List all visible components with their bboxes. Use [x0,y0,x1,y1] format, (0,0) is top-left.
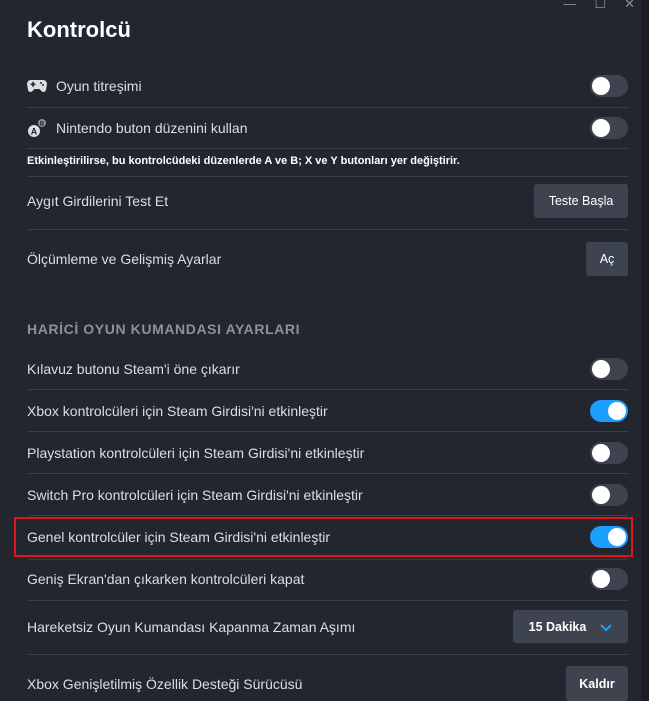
calibration-row: Ölçümleme ve Gelişmiş Ayarlar Aç [27,242,628,276]
divider [27,148,628,149]
divider [27,473,628,474]
nintendo-layout-row: A B Nintendo buton düzenini kullan [27,113,628,143]
guide-button-toggle[interactable] [590,358,628,380]
highlight-box [14,517,633,557]
divider [27,176,628,177]
chevron-down-icon [600,619,613,635]
playstation-steam-input-toggle[interactable] [590,442,628,464]
minimize-icon[interactable]: — [563,0,576,8]
open-calibration-button[interactable]: Aç [586,242,628,276]
nintendo-layout-label: Nintendo buton düzenini kullan [56,120,248,136]
shutdown-controllers-toggle[interactable] [590,568,628,590]
xbox-steam-input-label: Xbox kontrolcüleri için Steam Girdisi'ni… [27,403,328,419]
nintendo-buttons-icon: A B [27,118,47,138]
nintendo-layout-description: Etkinleştirilirse, bu kontrolcüdeki düze… [27,155,460,167]
switch-pro-steam-input-label: Switch Pro kontrolcüleri için Steam Gird… [27,487,363,503]
calibration-label: Ölçümleme ve Gelişmiş Ayarlar [27,251,222,267]
divider [27,559,628,560]
maximize-icon[interactable]: ☐ [594,0,606,8]
svg-text:A: A [31,127,38,137]
section-title: HARİCİ OYUN KUMANDASI AYARLARI [27,321,301,337]
playstation-steam-input-row: Playstation kontrolcüleri için Steam Gir… [27,438,628,468]
vibration-row: Oyun titreşimi [27,71,628,101]
idle-timeout-dropdown[interactable]: 15 Dakika [513,610,628,643]
playstation-steam-input-label: Playstation kontrolcüleri için Steam Gir… [27,445,365,461]
scrollbar[interactable] [641,0,649,701]
divider [27,389,628,390]
idle-timeout-row: Hareketsiz Oyun Kumandası Kapanma Zaman … [27,610,628,643]
xbox-driver-label: Xbox Genişletilmiş Özellik Desteği Sürüc… [27,675,303,692]
shutdown-controllers-row: Geniş Ekran'dan çıkarken kontrolcüleri k… [27,564,628,594]
divider [27,515,628,516]
page-title: Kontrolcü [27,17,131,42]
close-icon[interactable]: ✕ [624,0,635,8]
divider [27,600,628,601]
shutdown-controllers-label: Geniş Ekran'dan çıkarken kontrolcüleri k… [27,571,305,587]
vibration-toggle[interactable] [590,75,628,97]
svg-text:B: B [40,122,45,128]
vibration-label: Oyun titreşimi [56,78,142,94]
nintendo-layout-toggle[interactable] [590,117,628,139]
xbox-driver-row: Xbox Genişletilmiş Özellik Desteği Sürüc… [27,666,628,701]
switch-pro-steam-input-toggle[interactable] [590,484,628,506]
idle-timeout-label: Hareketsiz Oyun Kumandası Kapanma Zaman … [27,618,356,635]
xbox-steam-input-toggle[interactable] [590,400,628,422]
divider [27,654,628,655]
xbox-steam-input-row: Xbox kontrolcüleri için Steam Girdisi'ni… [27,396,628,426]
window-controls: — ☐ ✕ [563,0,635,8]
guide-button-label: Kılavuz butonu Steam'i öne çıkarır [27,361,240,377]
test-inputs-label: Aygıt Girdilerini Test Et [27,193,169,209]
divider [27,229,628,230]
idle-timeout-value: 15 Dakika [528,619,587,634]
guide-button-row: Kılavuz butonu Steam'i öne çıkarır [27,354,628,384]
switch-pro-steam-input-row: Switch Pro kontrolcüleri için Steam Gird… [27,480,628,510]
uninstall-driver-button[interactable]: Kaldır [566,666,628,701]
gamepad-icon [27,76,47,96]
start-test-button[interactable]: Teste Başla [534,184,628,218]
divider [27,431,628,432]
controller-settings-panel: — ☐ ✕ Kontrolcü Oyun titreşimi A B Ninte… [0,0,641,701]
divider [27,107,628,108]
test-inputs-row: Aygıt Girdilerini Test Et Teste Başla [27,184,628,218]
